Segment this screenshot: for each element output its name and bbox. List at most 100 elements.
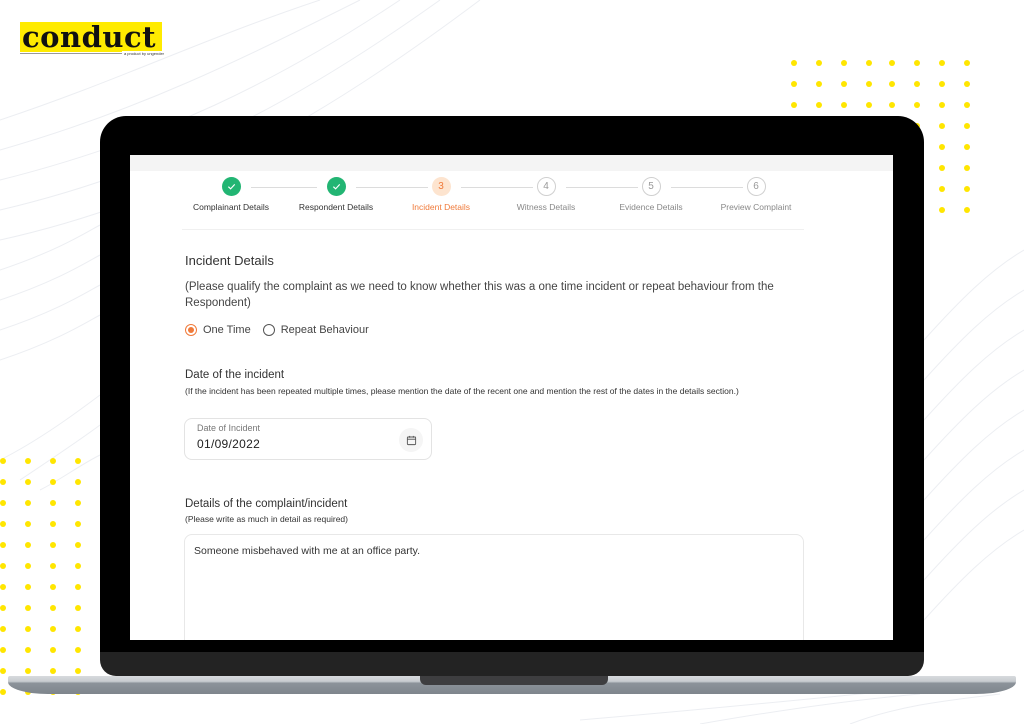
decorative-dot [816,81,822,87]
decorative-dot [0,500,6,506]
date-field-label: Date of Incident [197,423,261,433]
decorative-dot [75,542,81,548]
decorative-dot [50,647,56,653]
decorative-dot [964,144,970,150]
date-field-value[interactable]: 01/09/2022 [197,437,260,451]
step-label: Evidence Details [619,202,683,212]
details-help-text: (Please write as much in detail as requi… [185,514,348,524]
decorative-dot [75,647,81,653]
decorative-dot [75,458,81,464]
date-section-title: Date of the incident [185,369,285,381]
decorative-dot [841,102,847,108]
decorative-dot [0,668,6,674]
check-icon [326,177,346,196]
step-incident-details[interactable]: 3 Incident Details [386,177,496,212]
decorative-dot [964,207,970,213]
step-number: 5 [641,177,661,196]
decorative-dot [50,605,56,611]
decorative-dot [841,60,847,66]
radio-repeat-behaviour[interactable]: Repeat Behaviour [262,324,369,336]
decorative-dot [50,521,56,527]
decorative-dot [964,81,970,87]
step-witness-details[interactable]: 4 Witness Details [491,177,601,212]
decorative-dot [0,521,6,527]
date-help-text: (If the incident has been repeated multi… [185,386,739,396]
screen-top-bar [130,155,893,171]
radio-unchecked-icon[interactable] [262,324,275,336]
radio-label: One Time [203,324,251,336]
decorative-dot [939,207,945,213]
progress-stepper: Complainant Details Respondent Details 3… [185,177,807,227]
decorative-dot [964,123,970,129]
brand-tagline: a product by ungender [121,51,164,56]
date-of-incident-field[interactable]: Date of Incident 01/09/2022 [184,418,432,460]
decorative-dot [866,102,872,108]
decorative-dot [866,60,872,66]
step-respondent-details[interactable]: Respondent Details [281,177,391,212]
decorative-dot [75,521,81,527]
decorative-dot [25,668,31,674]
decorative-dot [841,81,847,87]
radio-checked-icon[interactable] [185,324,197,336]
laptop-chin [100,652,924,676]
decorative-dot [866,81,872,87]
brand-logo: conduct a product by ungender [20,20,164,56]
decorative-dot [25,479,31,485]
decorative-dot [50,458,56,464]
calendar-button[interactable] [399,428,423,452]
decorative-dot [75,563,81,569]
decorative-dot [939,123,945,129]
decorative-dot [50,542,56,548]
decorative-dot [75,584,81,590]
decorative-dot [25,521,31,527]
check-icon [221,177,241,196]
step-complainant-details[interactable]: Complainant Details [176,177,286,212]
decorative-dot [939,81,945,87]
step-label: Incident Details [411,202,471,212]
decorative-dot [0,563,6,569]
decorative-dot [791,102,797,108]
decorative-dot [791,60,797,66]
decorative-dot [964,60,970,66]
step-label: Witness Details [516,202,576,212]
logo-underline: a product by ungender [20,51,164,56]
decorative-dot [25,563,31,569]
decorative-dot [50,626,56,632]
complaint-details-textarea[interactable]: Someone misbehaved with me at an office … [184,534,804,640]
step-label: Respondent Details [298,202,374,212]
decorative-dot [914,102,920,108]
decorative-dot [964,102,970,108]
decorative-dot [25,542,31,548]
decorative-dot [0,647,6,653]
decorative-dot [50,584,56,590]
decorative-dot [939,60,945,66]
decorative-dot [25,626,31,632]
radio-one-time[interactable]: One Time [185,324,251,336]
step-preview-complaint[interactable]: 6 Preview Complaint [701,177,811,212]
decorative-dot [75,626,81,632]
step-number: 3 [431,177,451,196]
decorative-dot [964,165,970,171]
decorative-dot [25,647,31,653]
step-evidence-details[interactable]: 5 Evidence Details [596,177,706,212]
decorative-dot [939,144,945,150]
decorative-dot [939,102,945,108]
decorative-dot [25,584,31,590]
decorative-dot [0,458,6,464]
section-title: Incident Details [185,253,274,268]
decorative-dot [50,500,56,506]
step-number: 4 [536,177,556,196]
decorative-dot [25,605,31,611]
decorative-dot [0,689,6,695]
details-section-title: Details of the complaint/incident [185,498,348,510]
decorative-dot [791,81,797,87]
decorative-dot [75,605,81,611]
incident-type-radio-group: One Time Repeat Behaviour [185,324,381,336]
step-label: Complainant Details [192,202,270,212]
brand-name: conduct [20,20,162,54]
decorative-dot [816,60,822,66]
decorative-dot [25,500,31,506]
laptop-screen: Complainant Details Respondent Details 3… [130,155,893,640]
decorative-dot [25,458,31,464]
decorative-dot [75,668,81,674]
